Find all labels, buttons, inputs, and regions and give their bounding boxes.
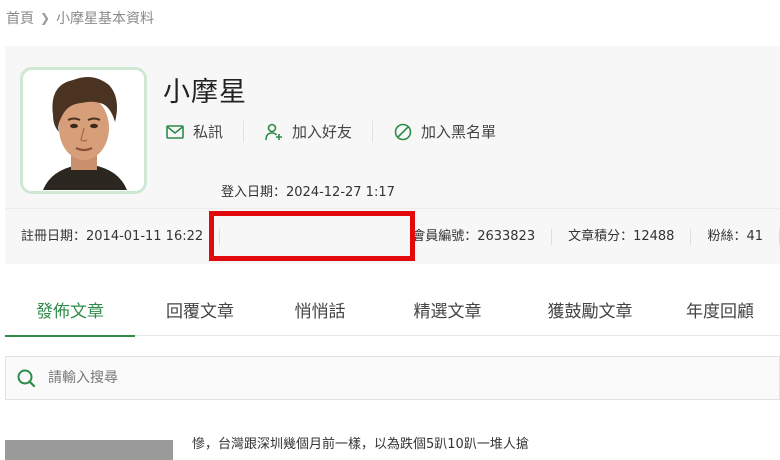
post-snippet[interactable]: 慘，台灣跟深圳幾個月前一樣，以為跌個5趴10趴一堆人搶 — [192, 433, 529, 452]
blacklist-button[interactable]: 加入黑名單 — [393, 121, 516, 142]
article-points: 文章積分：12488 — [552, 228, 692, 245]
member-number: 會員編號：2633823 — [396, 228, 553, 245]
breadcrumb-current: 小摩星基本資料 — [56, 11, 155, 27]
search-bar — [5, 356, 780, 400]
register-date: 註冊日期：2014-01-11 16:22 — [5, 228, 221, 245]
login-date-highlight — [209, 211, 415, 261]
search-input[interactable] — [48, 370, 748, 386]
blacklist-label: 加入黑名單 — [421, 123, 497, 141]
post-thumbnail[interactable] — [5, 440, 173, 460]
fans-count: 粉絲：41 — [691, 228, 780, 245]
user-plus-icon — [265, 123, 283, 140]
message-label: 私訊 — [193, 123, 224, 141]
add-friend-button[interactable]: 加入好友 — [264, 121, 374, 142]
profile-card: 小摩星 私訊 加入好友 加入黑名單 註冊日期：2014-01-11 16:22 … — [5, 46, 780, 264]
tab-replies[interactable]: 回覆文章 — [135, 282, 265, 336]
chevron-right-icon: ❯ — [40, 11, 51, 25]
tab-annual-review[interactable]: 年度回顧 — [660, 282, 780, 336]
tab-posts[interactable]: 發佈文章 — [5, 282, 135, 337]
profile-actions: 私訊 加入好友 加入黑名單 — [165, 121, 536, 142]
mail-icon — [166, 124, 184, 139]
breadcrumb: 首頁 ❯ 小摩星基本資料 — [6, 8, 154, 28]
tab-whispers[interactable]: 悄悄話 — [265, 282, 375, 336]
message-button[interactable]: 私訊 — [165, 121, 245, 142]
profile-stats: 註冊日期：2014-01-11 16:22 會員編號：2633823 文章積分：… — [5, 208, 780, 264]
block-icon — [394, 123, 412, 140]
avatar — [20, 67, 147, 194]
breadcrumb-home[interactable]: 首頁 — [6, 8, 34, 28]
add-friend-label: 加入好友 — [292, 123, 353, 141]
avatar-portrait-icon — [23, 70, 144, 191]
profile-name: 小摩星 — [163, 77, 247, 108]
search-icon[interactable] — [16, 368, 36, 388]
profile-tabs: 發佈文章 回覆文章 悄悄話 精選文章 獲鼓勵文章 年度回顧 — [5, 282, 780, 337]
tab-encouraged[interactable]: 獲鼓勵文章 — [520, 282, 660, 336]
login-date: 登入日期：2024-12-27 1:17 — [221, 185, 395, 200]
tab-featured[interactable]: 精選文章 — [375, 282, 520, 336]
